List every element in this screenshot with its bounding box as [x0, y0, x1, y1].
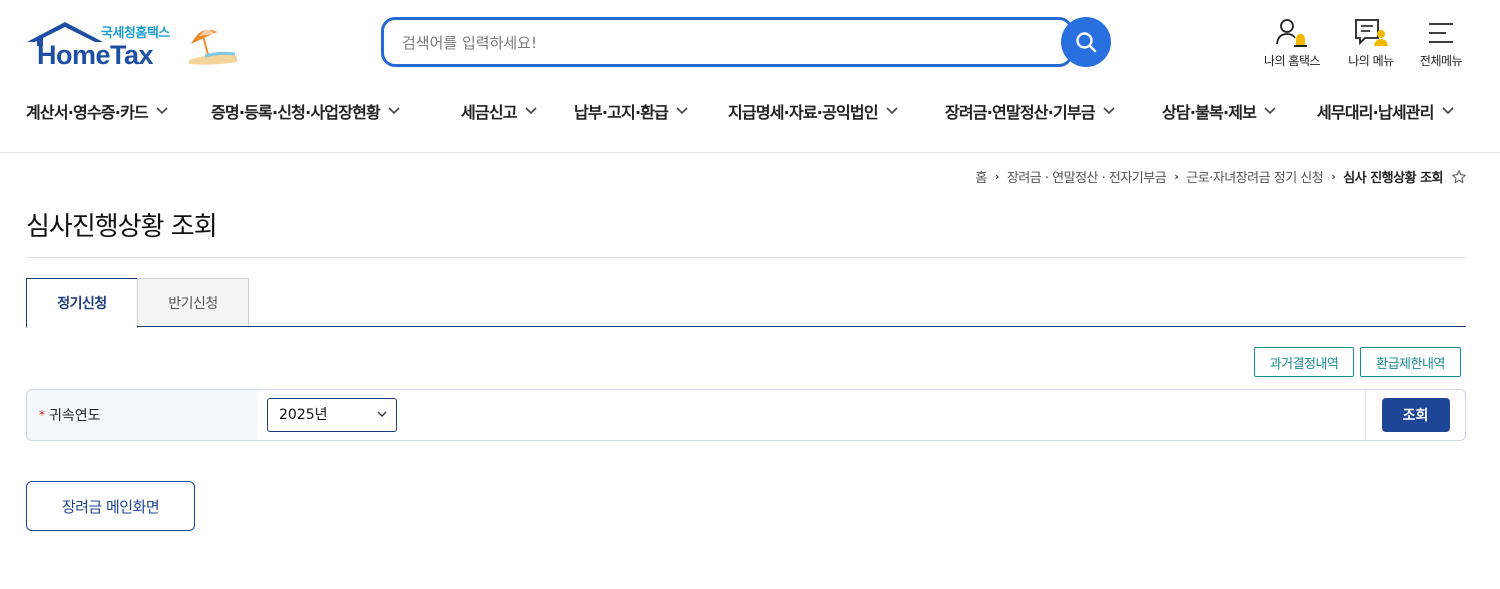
chevron-down-icon: [525, 107, 537, 115]
inquiry-button[interactable]: 조회: [1381, 398, 1450, 432]
menu-user-icon: [1355, 19, 1388, 46]
star-icon[interactable]: [1451, 169, 1467, 185]
gnb-label: 장려금·연말정산·기부금: [945, 103, 1096, 122]
hometax-logo[interactable]: 국세청홈택스 HomeTax: [25, 18, 240, 70]
breadcrumb: 홈 › 장려금 · 연말정산 · 전자기부금 › 근로·자녀장려금 정기 신청 …: [975, 167, 1467, 186]
my-menu-button[interactable]: 나의 메뉴: [1335, 16, 1407, 69]
breadcrumb-home[interactable]: 홈: [975, 167, 987, 186]
gnb-item-incentive[interactable]: 장려금·연말정산·기부금: [945, 99, 1115, 123]
logo-wordmark: HomeTax: [37, 40, 154, 70]
gnb-label: 지급명세·자료·공익법인: [728, 103, 879, 122]
page-title: 심사진행상황 조회: [26, 212, 218, 242]
chevron-down-icon: [156, 107, 168, 115]
required-mark: *: [39, 408, 45, 422]
year-select[interactable]: 2025년: [267, 398, 397, 432]
search-button-cell: 조회: [1365, 390, 1465, 440]
breadcrumb-current: 심사 진행상황 조회: [1343, 171, 1443, 186]
gnb-label: 증명·등록·신청·사업장현황: [211, 103, 381, 122]
gnb-item-agent[interactable]: 세무대리·납세관리: [1317, 99, 1454, 123]
global-nav: 계산서·영수증·카드 증명·등록·신청·사업장현황 세금신고 납부·고지·환급 …: [0, 93, 1500, 129]
gnb-label: 세무대리·납세관리: [1317, 103, 1434, 122]
chevron-down-icon: [1442, 107, 1454, 115]
search-button[interactable]: [1061, 17, 1111, 67]
past-decision-button[interactable]: 과거결정내역: [1254, 347, 1354, 377]
gnb-item-statement[interactable]: 지급명세·자료·공익법인: [728, 99, 898, 123]
breadcrumb-item[interactable]: 장려금 · 연말정산 · 전자기부금: [1007, 167, 1167, 186]
search-condition-row: * 귀속연도 2025년 조회: [26, 389, 1466, 441]
gnb-item-invoice[interactable]: 계산서·영수증·카드: [26, 99, 168, 123]
user-bell-icon: [1276, 19, 1307, 47]
chevron-down-icon: [1103, 107, 1115, 115]
all-menu-button[interactable]: 전체메뉴: [1405, 16, 1477, 69]
search-box: [381, 17, 1073, 67]
gnb-item-payment[interactable]: 납부·고지·환급: [574, 99, 688, 123]
year-label-cell: * 귀속연도: [27, 390, 257, 440]
chevron-down-icon: [388, 107, 400, 115]
incentive-main-button[interactable]: 장려금 메인화면: [26, 481, 195, 531]
refund-limit-button[interactable]: 환급제한내역: [1360, 347, 1461, 377]
util-label: 나의 홈택스: [1263, 54, 1321, 68]
gnb-label: 세금신고: [461, 103, 517, 122]
breadcrumb-separator-icon: ›: [1331, 170, 1336, 183]
tab-regular[interactable]: 정기신청: [26, 278, 138, 328]
gnb-label: 계산서·영수증·카드: [26, 103, 149, 122]
gnb-item-consult[interactable]: 상담·불복·제보: [1162, 99, 1276, 123]
gnb-item-certificate[interactable]: 증명·등록·신청·사업장현황: [211, 99, 400, 123]
year-label: 귀속연도: [49, 408, 101, 424]
breadcrumb-item[interactable]: 근로·자녀장려금 정기 신청: [1186, 167, 1323, 186]
chevron-down-icon: [1264, 107, 1276, 115]
breadcrumb-separator-icon: ›: [1174, 170, 1179, 183]
nav-divider: [0, 152, 1500, 153]
search-input[interactable]: [402, 30, 1042, 56]
breadcrumb-separator-icon: ›: [994, 170, 1000, 183]
gnb-item-tax-report[interactable]: 세금신고: [461, 99, 537, 123]
my-hometax-button[interactable]: 나의 홈택스: [1256, 16, 1328, 69]
gnb-label: 납부·고지·환급: [574, 103, 669, 122]
search-icon: [1076, 32, 1097, 53]
util-label: 나의 메뉴: [1348, 54, 1394, 68]
gnb-label: 상담·불복·제보: [1162, 103, 1257, 122]
tab-half-year[interactable]: 반기신청: [137, 278, 249, 326]
title-divider: [26, 257, 1466, 258]
logo-tagline: 국세청홈택스: [101, 26, 170, 41]
tab-bar: 정기신청 반기신청: [26, 278, 1466, 328]
chevron-down-icon: [886, 107, 898, 115]
chevron-down-icon: [676, 107, 688, 115]
beach-umbrella-icon: [189, 28, 237, 65]
util-label: 전체메뉴: [1419, 54, 1463, 68]
hamburger-icon: [1429, 23, 1453, 43]
